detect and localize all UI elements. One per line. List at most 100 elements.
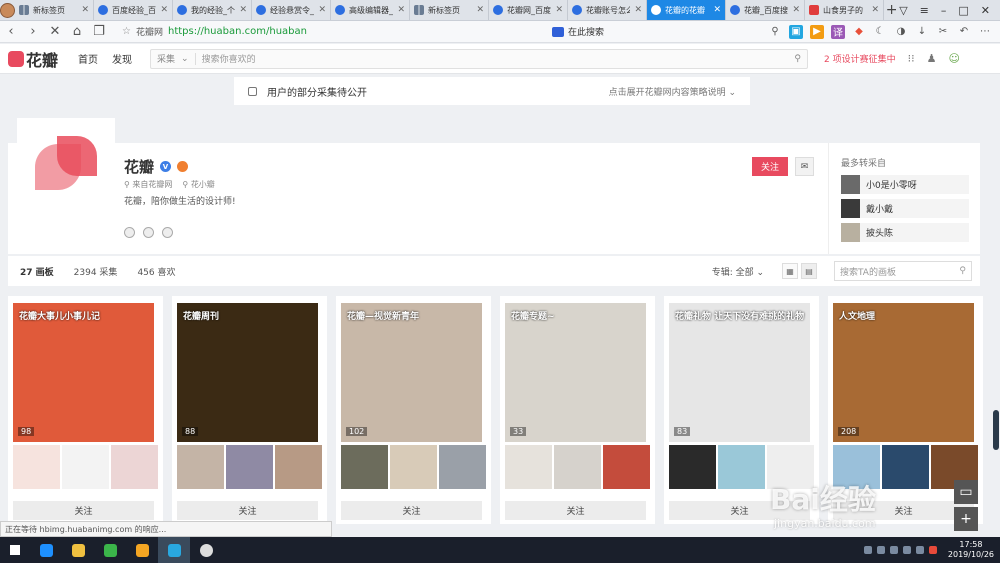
forward-icon[interactable]: › [22, 24, 44, 39]
close-icon[interactable]: ✕ [792, 5, 800, 15]
minimize-icon[interactable]: – [941, 4, 947, 17]
download-icon[interactable]: ↓ [915, 25, 929, 39]
night-mode-icon[interactable]: ☾ [873, 25, 887, 39]
board-thumbnail[interactable] [669, 445, 716, 489]
follow-board-button[interactable]: 关注 [13, 501, 154, 520]
new-tab-button[interactable]: + [884, 0, 899, 20]
board-thumbnail[interactable] [505, 445, 552, 489]
grid-view-icon[interactable]: ▦ [782, 263, 798, 279]
board-cover[interactable]: 人文地理 208 [833, 303, 974, 442]
browser-tab[interactable]: 花瓣账号怎么 ✕ [568, 0, 647, 20]
search-engine-selector[interactable]: 在此搜索 [552, 25, 604, 38]
stop-icon[interactable]: ✕ [44, 24, 66, 39]
board-thumbnail[interactable] [390, 445, 437, 489]
list-view-icon[interactable]: ▤ [801, 263, 817, 279]
add-fab-button[interactable]: + [954, 507, 978, 531]
board-thumbnail[interactable] [439, 445, 486, 489]
skin-color-icon[interactable]: ◑ [894, 25, 908, 39]
board-thumbnail[interactable] [882, 445, 929, 489]
circle-app-icon[interactable] [190, 537, 222, 563]
close-icon[interactable]: ✕ [713, 5, 721, 15]
tray-icon[interactable] [928, 546, 937, 554]
board-card[interactable]: 花瓣周刊 88 关注 [172, 296, 327, 524]
url-field[interactable]: ☆ 花瓣网 https://huaban.com/huaban [122, 25, 552, 38]
repin-user[interactable]: 戴小戴 [841, 199, 969, 218]
menu-icon[interactable]: ≡ [920, 4, 929, 17]
board-card[interactable]: 花瓣专题~ 33 关注 [500, 296, 655, 524]
board-cover[interactable]: 花瓣礼物 让天下没有难挑的礼物 83 [669, 303, 810, 442]
board-thumbnail[interactable] [275, 445, 322, 489]
close-icon[interactable]: ✕ [871, 5, 879, 15]
scissors-icon[interactable]: ✂ [936, 25, 950, 39]
search-scope-dropdown[interactable]: 采集 [157, 52, 175, 65]
huaban-logo[interactable]: 花瓣 [8, 47, 58, 71]
board-thumbnail[interactable] [603, 445, 650, 489]
follow-board-button[interactable]: 关注 [505, 501, 646, 520]
browser-tab[interactable]: 花瓣_百度搜 ✕ [726, 0, 805, 20]
board-thumbnail[interactable] [341, 445, 388, 489]
extension-icon[interactable]: ▣ [789, 24, 803, 39]
close-icon[interactable]: ✕ [81, 5, 89, 15]
album-filter-dropdown[interactable]: 专辑: 全部 ⌄ [712, 265, 764, 278]
website-icon[interactable] [162, 227, 173, 238]
board-thumbnail[interactable] [177, 445, 224, 489]
tab-boards[interactable]: 27 画板 [20, 265, 54, 278]
nav-discover[interactable]: 发现 [112, 51, 132, 66]
tray-icon[interactable] [915, 546, 924, 554]
tab-likes[interactable]: 456 喜欢 [137, 265, 175, 278]
tray-icon[interactable] [876, 546, 885, 554]
close-icon[interactable]: ✕ [981, 4, 990, 17]
search-input[interactable]: 搜索你喜欢的 [202, 52, 789, 65]
browser-tab[interactable]: 花瓣网_百度 ✕ [489, 0, 568, 20]
board-cover[interactable]: 花瓣—视觉新青年 102 [341, 303, 482, 442]
user-avatar[interactable] [0, 0, 15, 20]
edge-icon[interactable] [30, 537, 62, 563]
skin-icon[interactable]: ▽ [899, 4, 907, 17]
browser-tab[interactable]: 高级编辑器_ ✕ [331, 0, 410, 20]
search-icon[interactable]: ⚲ [768, 25, 782, 39]
board-thumbnail[interactable] [62, 445, 109, 489]
game-icon[interactable]: ◆ [852, 25, 866, 39]
close-icon[interactable]: ✕ [160, 5, 168, 15]
search-icon[interactable]: ⚲ [794, 54, 801, 64]
undo-icon[interactable]: ↶ [957, 25, 971, 39]
bell-icon[interactable]: ♟ [927, 52, 937, 65]
board-thumbnail[interactable] [13, 445, 60, 489]
nav-home[interactable]: 首页 [78, 51, 98, 66]
star-icon[interactable]: ☆ [122, 26, 131, 37]
reading-icon[interactable]: ❐ [88, 24, 110, 39]
windows-start-icon[interactable] [0, 545, 30, 555]
home-icon[interactable]: ⌂ [66, 24, 88, 39]
weibo-icon[interactable] [124, 227, 135, 238]
douban-icon[interactable] [143, 227, 154, 238]
scrollbar-thumb[interactable] [993, 410, 999, 450]
browser-taskbar-icon[interactable] [158, 537, 190, 563]
board-card[interactable]: 花瓣—视觉新青年 102 关注 [336, 296, 491, 524]
close-icon[interactable]: ✕ [397, 5, 405, 15]
url-text[interactable]: https://huaban.com/huaban [168, 26, 307, 37]
tray-icon[interactable] [889, 546, 898, 554]
board-cover[interactable]: 花瓣大事儿小事儿记 98 [13, 303, 154, 442]
browser-tab[interactable]: 新标签页 ✕ [410, 0, 489, 20]
browser-tab[interactable]: 花瓣的花瓣 ✕ [647, 0, 726, 20]
browser-tab[interactable]: 新标签页 ✕ [15, 0, 94, 20]
close-icon[interactable]: ✕ [239, 5, 247, 15]
board-card[interactable]: 花瓣大事儿小事儿记 98 关注 [8, 296, 163, 524]
follow-button[interactable]: 关注 [752, 157, 788, 176]
site-search[interactable]: 采集 ⌄ 搜索你喜欢的 ⚲ [150, 48, 809, 69]
explorer-icon[interactable] [62, 537, 94, 563]
apps-grid-icon[interactable]: ⁝⁝ [908, 52, 915, 65]
board-thumbnail[interactable] [226, 445, 273, 489]
browser-tab[interactable]: 山食男子的 ✕ [805, 0, 884, 20]
repin-user[interactable]: 披头陈 [841, 223, 969, 242]
close-icon[interactable]: ✕ [555, 5, 563, 15]
board-cover[interactable]: 花瓣周刊 88 [177, 303, 318, 442]
board-thumbnail[interactable] [718, 445, 765, 489]
close-icon[interactable]: ✕ [476, 5, 484, 15]
back-icon[interactable]: ‹ [0, 24, 22, 39]
board-thumbnail[interactable] [111, 445, 158, 489]
tab-pins[interactable]: 2394 采集 [74, 265, 118, 278]
repin-user[interactable]: 小0是小零呀 [841, 175, 969, 194]
maximize-icon[interactable]: □ [958, 4, 968, 17]
tray-icon[interactable] [902, 546, 911, 554]
